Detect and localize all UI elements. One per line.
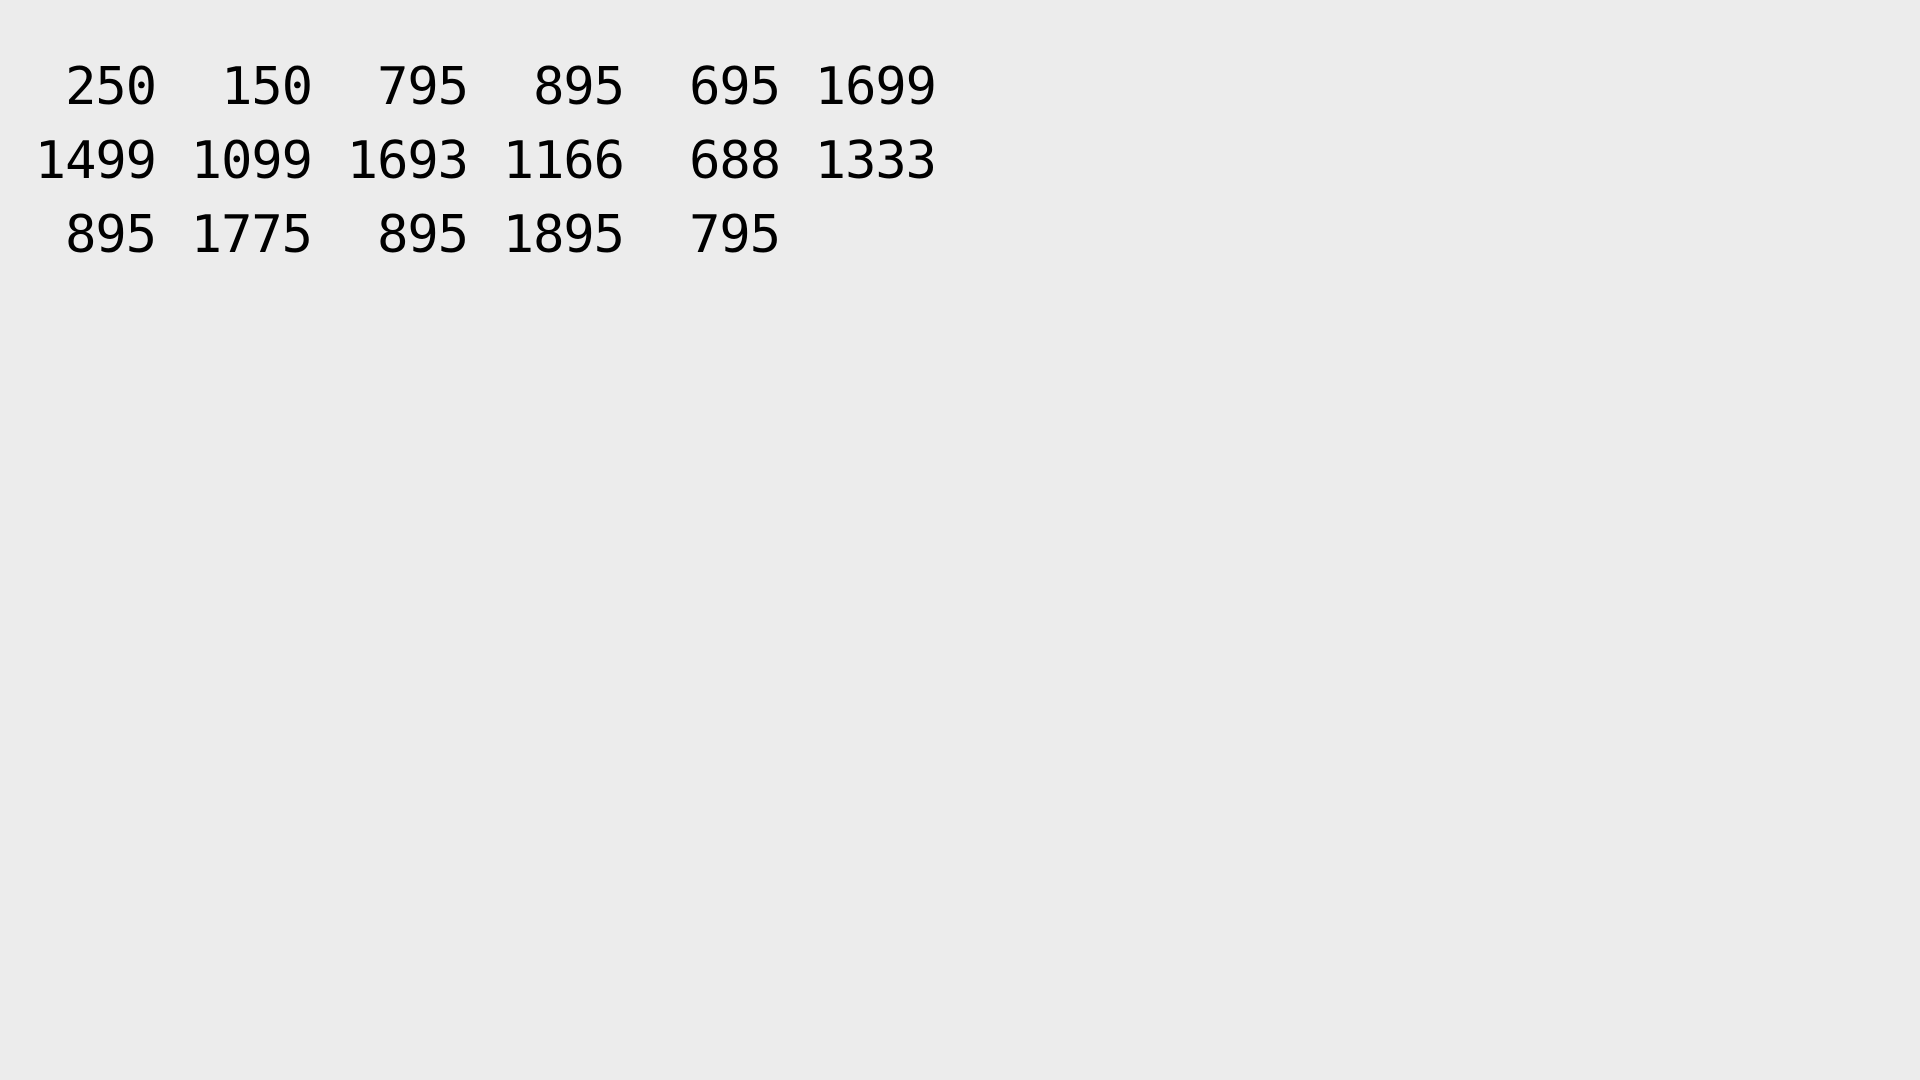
output-value: 895 (377, 205, 469, 265)
output-value: 1333 (814, 131, 937, 191)
output-value: 895 (533, 57, 625, 117)
output-value: 795 (689, 205, 781, 265)
output-value: 1099 (190, 131, 313, 191)
output-value: 695 (689, 57, 781, 117)
output-row-1: 250 150 795 895 695 1699 (0, 50, 1920, 124)
page: { "output": { "rows": [ ["250", "150", "… (0, 0, 1920, 1080)
output-value: 1166 (502, 131, 625, 191)
console-output: 250 150 795 895 695 1699 1499 1099 1693 … (0, 50, 1920, 272)
output-value: 1693 (346, 131, 469, 191)
output-value: 150 (221, 57, 313, 117)
output-value: 1699 (814, 57, 937, 117)
output-value: 1775 (190, 205, 313, 265)
output-value: 1895 (502, 205, 625, 265)
output-row-2: 1499 1099 1693 1166 688 1333 (0, 124, 1920, 198)
output-value: 895 (65, 205, 157, 265)
output-value: 795 (377, 57, 469, 117)
output-value: 250 (65, 57, 157, 117)
output-value: 688 (689, 131, 781, 191)
output-value: 1499 (34, 131, 157, 191)
output-row-3: 895 1775 895 1895 795 (0, 198, 1920, 272)
